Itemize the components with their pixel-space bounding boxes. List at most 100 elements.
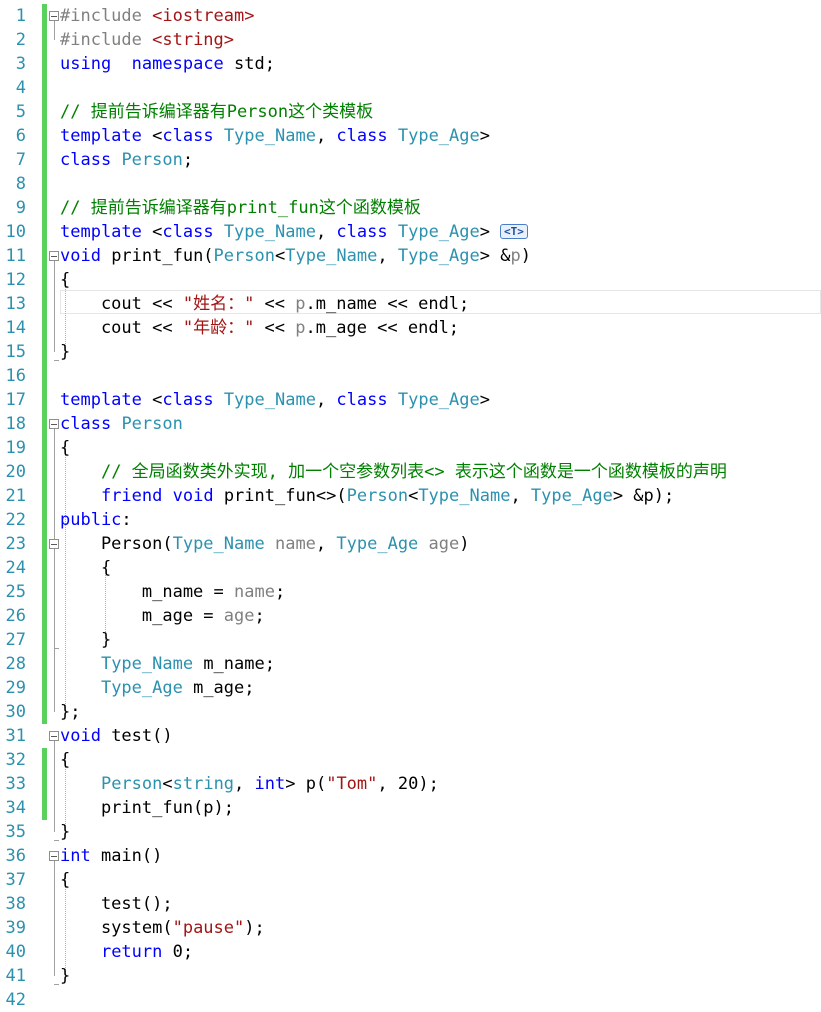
change-indicator (42, 436, 47, 460)
code-token: age (428, 534, 460, 554)
code-text[interactable]: m_age = age; (60, 606, 265, 626)
code-text[interactable]: Person(Type_Name name, Type_Age age) (60, 534, 470, 554)
code-text[interactable]: friend void print_fun<>(Person<Type_Name… (60, 486, 674, 506)
code-text[interactable]: } (60, 822, 70, 842)
code-text[interactable]: { (60, 870, 70, 890)
code-text[interactable]: int main() (60, 846, 162, 866)
code-line[interactable]: 12 { (0, 268, 821, 292)
code-text[interactable]: } (60, 630, 111, 650)
code-text[interactable]: void print_fun(Person<Type_Name, Type_Ag… (60, 246, 531, 266)
code-token: } (60, 822, 71, 842)
code-line[interactable]: 37 { (0, 868, 821, 892)
code-text[interactable]: using namespace std; (60, 54, 275, 74)
code-line[interactable]: 24 { (0, 556, 821, 580)
collapse-icon[interactable] (49, 251, 59, 261)
collapse-icon[interactable] (49, 851, 59, 861)
collapse-icon[interactable] (49, 731, 59, 741)
code-token: Type_Name (100, 654, 194, 674)
code-line[interactable]: 15} (0, 340, 821, 364)
collapse-icon[interactable] (49, 419, 59, 429)
code-token: #include (60, 30, 153, 50)
code-line[interactable]: 6 template <class Type_Name, class Type_A… (0, 124, 821, 148)
code-editor[interactable]: 1 #include <iostream> 2 #include <string> 3 u… (0, 0, 821, 1012)
code-text[interactable]: // 提前告诉编译器有print_fun这个函数模板 (60, 198, 421, 218)
code-text[interactable]: #include <string> (60, 30, 234, 50)
code-line[interactable]: 11 void print_fun(Person<Type_Name, Type_… (0, 244, 821, 268)
code-line[interactable]: 18 class Person (0, 412, 821, 436)
code-text[interactable]: { (60, 438, 70, 458)
code-line[interactable]: 1 #include <iostream> (0, 4, 821, 28)
code-line[interactable]: 2 #include <string> (0, 28, 821, 52)
change-indicator (42, 580, 47, 604)
code-token: , (510, 486, 531, 506)
code-line[interactable]: 35} (0, 820, 821, 844)
code-text[interactable]: { (60, 558, 111, 578)
code-line[interactable]: 40 return 0; (0, 940, 821, 964)
code-line[interactable]: 33 Person<string, int> p("Tom", 20); (0, 772, 821, 796)
code-line[interactable]: 14 cout << "年龄：" << p.m_age << endl; (0, 316, 821, 340)
code-line[interactable]: 22 public: (0, 508, 821, 532)
code-line[interactable]: 28 Type_Name m_name; (0, 652, 821, 676)
code-line[interactable]: 19 { (0, 436, 821, 460)
code-line[interactable]: 20 // 全局函数类外实现, 加一个空参数列表<> 表示这个函数是一个函数模板… (0, 460, 821, 484)
code-line[interactable]: 13 cout << "姓名：" << p.m_name << endl; (0, 292, 821, 316)
code-text[interactable]: Type_Age m_age; (60, 678, 255, 698)
code-token: print_fun(p); (60, 798, 234, 818)
code-text[interactable]: // 全局函数类外实现, 加一个空参数列表<> 表示这个函数是一个函数模板的声明 (60, 462, 727, 482)
code-line[interactable]: 42 (0, 988, 821, 1012)
code-text[interactable]: Type_Name m_name; (60, 654, 275, 674)
code-line[interactable]: 38 test(); (0, 892, 821, 916)
code-line[interactable]: 8 (0, 172, 821, 196)
code-text[interactable]: Person<string, int> p("Tom", 20); (60, 774, 439, 794)
code-line[interactable]: 29 Type_Age m_age; (0, 676, 821, 700)
code-text[interactable]: cout << "年龄：" << p.m_age << endl; (60, 318, 459, 338)
code-text[interactable]: template <class Type_Name, class Type_Ag… (60, 126, 490, 146)
code-line[interactable]: 39 system("pause"); (0, 916, 821, 940)
code-line[interactable]: 17 template <class Type_Name, class Type_… (0, 388, 821, 412)
code-line[interactable]: 34 print_fun(p); (0, 796, 821, 820)
code-text[interactable]: return 0; (60, 942, 193, 962)
code-line[interactable]: 10 template <class Type_Name, class Type_… (0, 220, 821, 244)
code-text[interactable]: cout << "姓名：" << p.m_name << endl; (60, 294, 469, 314)
code-text[interactable]: // 提前告诉编译器有Person这个类模板 (60, 102, 373, 122)
code-line[interactable]: 5 // 提前告诉编译器有Person这个类模板 (0, 100, 821, 124)
code-token: main() (90, 846, 163, 866)
code-text[interactable]: test(); (60, 894, 173, 914)
code-line[interactable]: 21 friend void print_fun<>(Person<Type_N… (0, 484, 821, 508)
code-text[interactable]: public: (60, 510, 132, 530)
code-line[interactable]: 23 Person(Type_Name name, Type_Age age) (0, 532, 821, 556)
code-text[interactable]: class Person (60, 414, 183, 434)
code-line[interactable]: 31 void test() (0, 724, 821, 748)
code-line[interactable]: 26 m_age = age; (0, 604, 821, 628)
code-line[interactable]: 7 class Person; (0, 148, 821, 172)
collapse-icon[interactable] (49, 11, 59, 21)
code-text[interactable]: } (60, 966, 70, 986)
code-text[interactable]: { (60, 270, 70, 290)
change-indicator (42, 316, 47, 340)
code-line[interactable]: 27 } (0, 628, 821, 652)
code-line[interactable]: 16 (0, 364, 821, 388)
code-text[interactable]: #include <iostream> (60, 6, 254, 26)
template-hint-badge[interactable]: <T> (500, 224, 528, 239)
code-line[interactable]: 32 { (0, 748, 821, 772)
code-line[interactable]: 4 (0, 76, 821, 100)
code-text[interactable]: template <class Type_Name, class Type_Ag… (60, 222, 528, 242)
code-line[interactable]: 9 // 提前告诉编译器有print_fun这个函数模板 (0, 196, 821, 220)
code-text[interactable]: class Person; (60, 150, 193, 170)
code-line[interactable]: 30}; (0, 700, 821, 724)
code-text[interactable]: print_fun(p); (60, 798, 234, 818)
code-text[interactable]: { (60, 750, 70, 770)
code-token: Person( (60, 534, 173, 554)
code-text[interactable]: m_name = name; (60, 582, 285, 602)
collapse-icon[interactable] (49, 539, 59, 549)
code-text[interactable]: void test() (60, 726, 173, 746)
code-text[interactable]: system("pause"); (60, 918, 265, 938)
code-text[interactable]: template <class Type_Name, class Type_Ag… (60, 390, 490, 410)
code-text[interactable]: }; (60, 702, 80, 722)
code-line[interactable]: 3 using namespace std; (0, 52, 821, 76)
code-line[interactable]: 36 int main() (0, 844, 821, 868)
code-line[interactable]: 41} (0, 964, 821, 988)
code-text[interactable]: } (60, 342, 70, 362)
code-line[interactable]: 25 m_name = name; (0, 580, 821, 604)
